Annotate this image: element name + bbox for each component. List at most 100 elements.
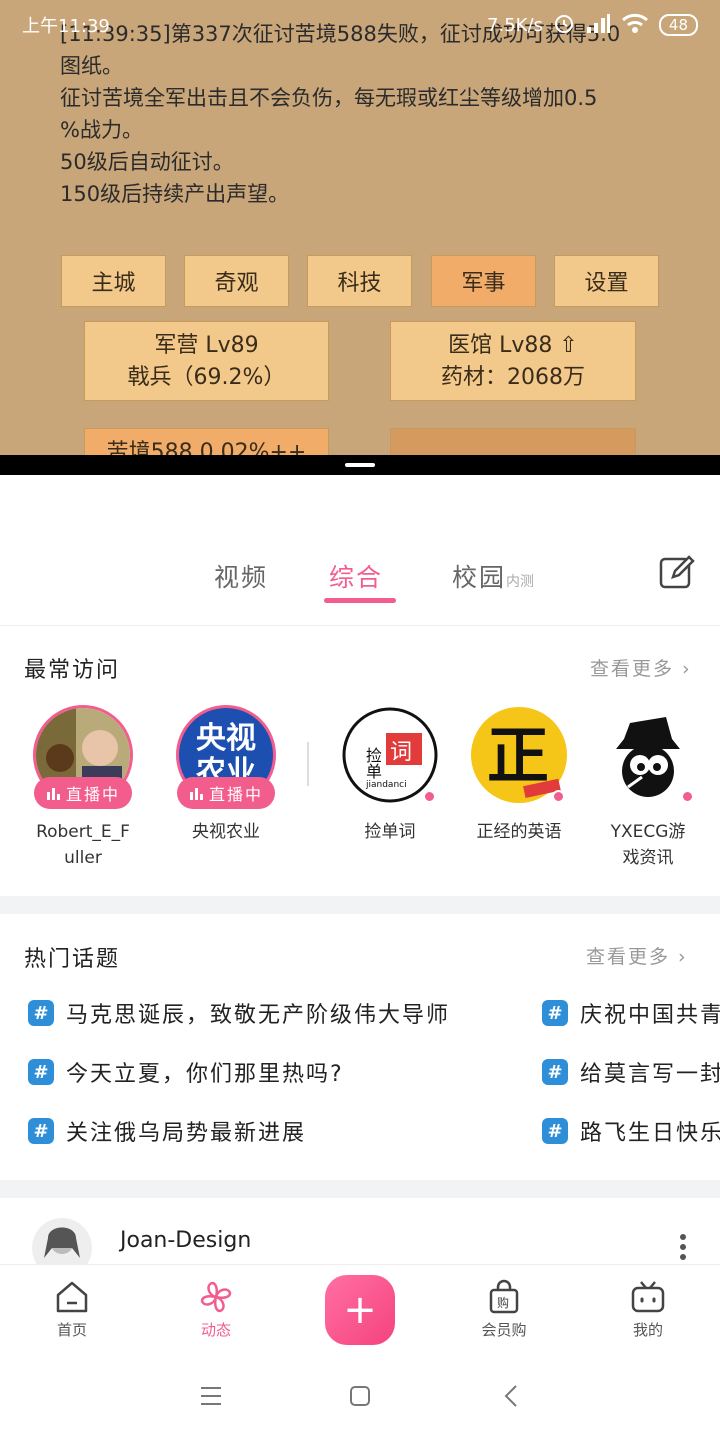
topic-label: 庆祝中国共青 — [580, 1003, 720, 1028]
more-options-icon[interactable] — [676, 1232, 690, 1262]
game-button-settings[interactable]: 设置 — [554, 255, 659, 307]
home-icon — [56, 1281, 88, 1313]
alarm-icon — [553, 12, 575, 39]
hashtag-icon: # — [542, 1000, 568, 1026]
topic-label: 给莫言写一封 — [580, 1062, 720, 1087]
tab-campus-label: 校园 — [452, 563, 507, 592]
menu-icon[interactable] — [200, 1386, 222, 1406]
hashtag-icon: # — [28, 1000, 54, 1026]
frequent-title: 最常访问 — [24, 658, 121, 683]
status-time: 上午11:39 — [22, 16, 110, 37]
frequent-item[interactable]: 直播中 Robert_E_F uller — [23, 705, 143, 871]
avatar — [598, 705, 698, 805]
unread-dot — [552, 790, 565, 803]
topic-item[interactable]: # 马克思诞辰，致敬无产阶级伟大导师 — [28, 997, 450, 1029]
unread-dot — [681, 790, 694, 803]
home-square-icon[interactable] — [349, 1385, 371, 1407]
frequent-name: 捡单词 — [364, 822, 416, 842]
empty-card[interactable] — [390, 428, 636, 455]
live-bars-icon — [189, 788, 203, 800]
frequent-name: 央视农业 — [192, 822, 260, 842]
hospital-card[interactable]: 医馆 Lv88 ⇧ 药材：2068万 — [390, 321, 636, 401]
topic-item[interactable]: # 庆祝中国共青 — [542, 997, 720, 1029]
more-label: 查看更多 — [590, 658, 675, 680]
avatar: 直播中 — [33, 705, 133, 809]
spy-hat-logo — [600, 707, 696, 803]
tab-general[interactable]: 综合 — [329, 558, 383, 594]
frequent-item[interactable]: 正 正经的英语 — [459, 705, 579, 845]
add-post-button[interactable]: + — [325, 1275, 395, 1345]
section-gap — [0, 896, 720, 914]
nav-label: 会员购 — [481, 1321, 527, 1339]
log-line: %战力。 — [60, 118, 143, 142]
card-title: 苦境588 0.02%++ — [106, 440, 307, 455]
signal-icon — [585, 13, 611, 38]
tv-icon — [631, 1281, 665, 1313]
feed-username[interactable]: Joan-Design — [120, 1228, 251, 1253]
hashtag-icon: # — [28, 1118, 54, 1144]
nav-mine[interactable]: 我的 — [598, 1279, 698, 1340]
topic-label: 马克思诞辰，致敬无产阶级伟大导师 — [66, 1003, 451, 1028]
nav-label: 我的 — [632, 1321, 663, 1339]
shopping-bag-icon: 购 — [489, 1279, 519, 1314]
hashtag-icon: # — [542, 1059, 568, 1085]
more-label: 查看更多 — [586, 946, 671, 968]
card-title: 军营 Lv89 — [154, 333, 259, 358]
avatar: 正 — [469, 705, 569, 805]
topic-item[interactable]: # 关注俄乌局势最新进展 — [28, 1115, 306, 1147]
avatar: 捡单词 jiandanci — [340, 705, 440, 805]
divider-handle[interactable] — [345, 463, 375, 467]
topic-label: 关注俄乌局势最新进展 — [66, 1121, 307, 1146]
hashtag-icon: # — [542, 1118, 568, 1144]
live-badge: 直播中 — [177, 777, 275, 809]
live-bars-icon — [46, 788, 60, 800]
pinwheel-icon — [200, 1281, 232, 1313]
frequent-item[interactable]: 捡单词 jiandanci 捡单词 — [330, 705, 450, 845]
hashtag-icon: # — [28, 1059, 54, 1085]
divider — [307, 742, 309, 786]
battery-indicator: 48 — [658, 14, 698, 36]
frequent-item[interactable]: 央视 农业 直播中 央视农业 — [166, 705, 286, 845]
topic-item[interactable]: # 今天立夏，你们那里热吗? — [28, 1056, 344, 1088]
edit-icon[interactable] — [658, 554, 696, 592]
beta-badge: 内测 — [506, 574, 535, 590]
jiandanci-logo: 捡单词jiandanci — [342, 707, 438, 803]
frequent-name: Robert_E_F uller — [36, 822, 130, 868]
nav-dynamic[interactable]: 动态 — [166, 1279, 266, 1340]
top-tabs: 视频 综合 校园内测 — [0, 540, 720, 626]
hot-topics-more-link[interactable]: 查看更多 › — [586, 942, 688, 969]
live-label: 直播中 — [65, 785, 120, 804]
nav-home[interactable]: 首页 — [22, 1279, 122, 1340]
game-button-wonders[interactable]: 奇观 — [184, 255, 289, 307]
frequent-name: 正经的英语 — [476, 822, 562, 842]
frequent-more-link[interactable]: 查看更多 › — [590, 654, 692, 681]
log-line: 图纸。 — [60, 54, 123, 78]
card-subtitle: 戟兵（69.2%） — [127, 365, 286, 390]
nav-label: 动态 — [200, 1321, 231, 1339]
unread-dot — [423, 790, 436, 803]
chevron-right-icon: › — [674, 658, 692, 680]
live-label: 直播中 — [208, 785, 263, 804]
game-button-main-city[interactable]: 主城 — [61, 255, 166, 307]
log-line: 150级后持续产出声望。 — [60, 182, 290, 206]
section-gap — [0, 1180, 720, 1198]
wifi-icon — [621, 12, 649, 39]
card-subtitle: 药材：2068万 — [441, 365, 585, 390]
topics-right-column: # 庆祝中国共青 # 给莫言写一封 # 路飞生日快乐 — [542, 990, 720, 1160]
game-button-military[interactable]: 军事 — [431, 255, 536, 307]
back-icon[interactable] — [503, 1384, 519, 1408]
net-speed: 7.5K/s — [487, 14, 543, 36]
tab-video[interactable]: 视频 — [214, 558, 268, 594]
game-button-tech[interactable]: 科技 — [307, 255, 412, 307]
tab-campus[interactable]: 校园内测 — [452, 558, 534, 594]
log-line: 征讨苦境全军出击且不会负伤，每无瑕或红尘等级增加0.5 — [60, 86, 598, 110]
nav-shop[interactable]: 购 会员购 — [454, 1279, 554, 1340]
split-screen-divider[interactable] — [0, 455, 720, 475]
hardship-card[interactable]: 苦境588 0.02%++ — [84, 428, 329, 455]
frequent-item[interactable]: YXECG游 戏资讯 — [588, 705, 708, 871]
svg-text:正: 正 — [487, 719, 549, 792]
topic-item[interactable]: # 路飞生日快乐 — [542, 1115, 720, 1147]
topic-item[interactable]: # 给莫言写一封 — [542, 1056, 720, 1088]
chevron-right-icon: › — [670, 946, 688, 968]
barracks-card[interactable]: 军营 Lv89 戟兵（69.2%） — [84, 321, 329, 401]
